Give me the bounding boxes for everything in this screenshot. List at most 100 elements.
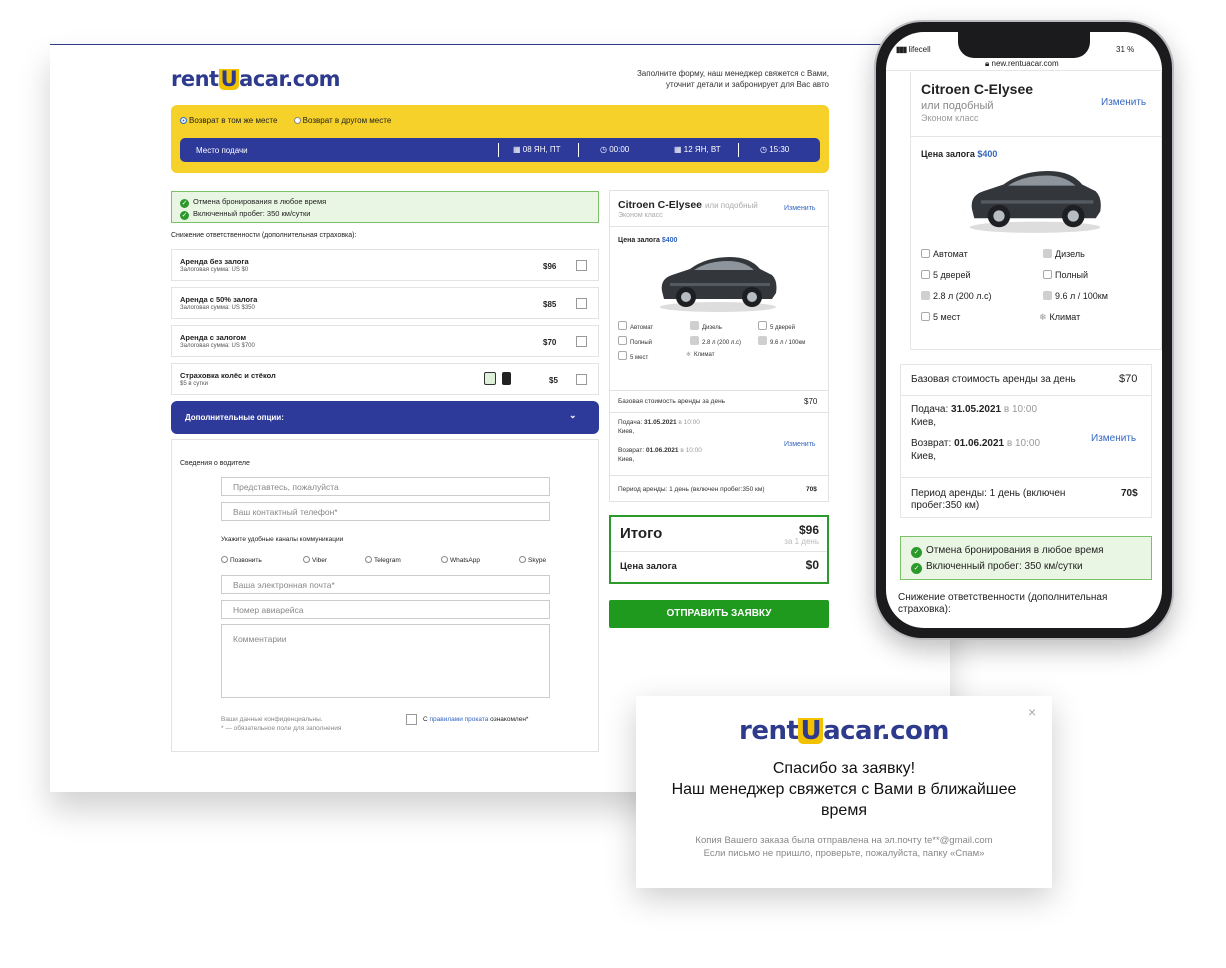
- popup-spam-note: Если письмо не пришло, проверьте, пожалу…: [703, 848, 985, 859]
- option-checkbox[interactable]: [576, 298, 587, 309]
- site-logo[interactable]: rentUacar.com: [171, 67, 341, 91]
- popup-logo: rentUacar.com: [739, 716, 949, 746]
- option-checkbox[interactable]: [576, 336, 587, 347]
- extra-options-accordion[interactable]: Дополнительные опции: ⌄: [171, 401, 599, 434]
- check-icon: ✓: [180, 211, 189, 220]
- submit-button[interactable]: ОТПРАВИТЬ ЗАЯВКУ: [609, 600, 829, 628]
- spec-seats: 5 мест: [921, 312, 960, 322]
- phone-input[interactable]: Ваш контактный телефон*: [221, 502, 550, 521]
- spec-consumption: 9.6 л / 100км: [1043, 291, 1108, 301]
- thanks-popup: × rentUacar.com Спасибо за заявку! Наш м…: [636, 696, 1052, 888]
- name-input[interactable]: Представтесь, пожалуйста: [221, 477, 550, 496]
- channels-title: Укажите удобные каналы коммуникации: [221, 536, 344, 543]
- time-from-field[interactable]: ◷ 00:00: [600, 145, 629, 154]
- return-info: Возврат: 01.06.2021 в 10:00 Киев,: [911, 438, 1041, 462]
- popup-thanks: Спасибо за заявку!: [772, 760, 916, 777]
- spec-consumption: 9.6 л / 100км: [758, 336, 805, 346]
- calendar-icon: ▦: [674, 145, 682, 154]
- channel-viber[interactable]: Viber: [303, 556, 327, 564]
- change-car-link[interactable]: Изменить: [784, 205, 816, 212]
- phone-screen: ▮▮▮ lifecell 31 % 🔒︎ new.rentuacar.com C…: [886, 32, 1162, 628]
- deposit-price: Цена залога $400: [921, 149, 998, 159]
- popup-copy-note: Копия Вашего заказа была отправлена на э…: [695, 835, 993, 846]
- browser-url[interactable]: 🔒︎ new.rentuacar.com: [985, 59, 1059, 69]
- rules-link[interactable]: правилами проката: [430, 716, 489, 723]
- radio-return-same[interactable]: Возврат в том же месте: [180, 116, 277, 125]
- seats-icon: [618, 351, 627, 360]
- rental-period: Период аренды: 1 день (включен пробег:350…: [911, 488, 1066, 511]
- driver-info-title: Сведения о водителе: [180, 460, 250, 467]
- change-car-link[interactable]: Изменить: [1101, 97, 1146, 108]
- chevron-down-icon: ⌄: [569, 410, 577, 420]
- spec-doors: 5 дверей: [921, 270, 970, 280]
- phone-benefits-box: ✓ Отмена бронирования в любое время ✓ Вклю…: [900, 536, 1152, 580]
- spec-fuel: Дизель: [1043, 249, 1085, 259]
- header-hint: уточнит детали и забронирует для Вас авт…: [666, 80, 829, 89]
- phone-car-card: Citroen C-Elysee или подобный Эконом кла…: [910, 72, 1162, 350]
- channel-whatsapp[interactable]: WhatsApp: [441, 556, 480, 564]
- flight-number-input[interactable]: Номер авиарейса: [221, 600, 550, 619]
- option-no-deposit[interactable]: Аренда без залога Залоговая сумма: US $0…: [171, 249, 599, 281]
- spec-engine: 2.8 л (200 л.с): [921, 291, 992, 301]
- pickup-place-input[interactable]: Место подачи: [196, 146, 248, 155]
- clock-icon: ◷: [600, 145, 607, 154]
- channel-skype[interactable]: Skype: [519, 556, 546, 564]
- phone-mockup: ▮▮▮ lifecell 31 % 🔒︎ new.rentuacar.com C…: [874, 20, 1174, 640]
- spec-doors: 5 дверей: [758, 321, 795, 331]
- channel-telegram[interactable]: Telegram: [365, 556, 401, 564]
- check-icon: ✓: [911, 563, 922, 574]
- car-card: Citroen C-Elysee или подобный Эконом кла…: [609, 190, 829, 405]
- option-wheels-glass[interactable]: Страховка колёс и стёкол $5 в сутки $5: [171, 363, 599, 395]
- popup-message: Наш менеджер свяжется с Вами в ближайшее: [671, 781, 1017, 798]
- date-from-field[interactable]: ▦ 08 ЯН, ПТ: [513, 145, 561, 154]
- option-full-deposit[interactable]: Аренда с залогом Залоговая сумма: US $70…: [171, 325, 599, 357]
- radio-return-other[interactable]: Возврат в другом месте: [293, 116, 391, 125]
- date-to-field[interactable]: ▦ 12 ЯН, ВТ: [674, 145, 721, 154]
- fuel-drop-icon: [690, 321, 699, 330]
- snowflake-icon: ❄: [1039, 312, 1047, 322]
- driver-form: Сведения о водителе Представтесь, пожалу…: [171, 439, 599, 752]
- check-icon: ✓: [180, 199, 189, 208]
- calendar-icon: ▦: [513, 145, 521, 154]
- pickup-info: Подача: 31.05.2021 в 10:00 Киев,: [618, 419, 700, 435]
- popup-message: время: [821, 802, 867, 819]
- phone-notch: [958, 32, 1090, 58]
- spec-fuel: Дизель: [690, 321, 722, 331]
- spec-seats: 5 мест: [618, 351, 648, 361]
- spec-climate: ❄ Климат: [686, 352, 715, 358]
- change-dates-link[interactable]: Изменить: [1091, 433, 1136, 444]
- spec-drive: Полный: [618, 336, 652, 346]
- glass-icon: [484, 372, 496, 385]
- search-block: Возврат в том же месте Возврат в другом …: [171, 105, 829, 173]
- seats-icon: [921, 312, 930, 321]
- engine-icon: [921, 291, 930, 300]
- gearbox-icon: [921, 249, 930, 258]
- clock-icon: ◷: [760, 145, 767, 154]
- email-input[interactable]: Ваша электронная почта*: [221, 575, 550, 594]
- phone-rental-summary: Базовая стоимость аренды за день $70 Под…: [900, 364, 1152, 518]
- spec-transmission: Автомат: [618, 321, 653, 331]
- fuel-pump-icon: [1043, 291, 1052, 300]
- car-class: Эконом класс: [618, 212, 663, 219]
- option-checkbox[interactable]: [576, 374, 587, 385]
- option-checkbox[interactable]: [576, 260, 587, 271]
- total-box: Итого $96 за 1 день Цена залога $0: [609, 515, 829, 584]
- car-image: [660, 257, 777, 312]
- gearbox-icon: [618, 321, 627, 330]
- option-half-deposit[interactable]: Аренда с 50% залога Залоговая сумма: US …: [171, 287, 599, 319]
- benefits-box: ✓ Отмена бронирования в любое время ✓ Вклю…: [171, 191, 599, 223]
- comment-textarea[interactable]: Комментарии: [221, 624, 550, 698]
- agree-checkbox[interactable]: [406, 714, 417, 725]
- time-to-field[interactable]: ◷ 15:30: [760, 145, 789, 154]
- door-icon: [921, 270, 930, 279]
- car-image: [969, 171, 1101, 233]
- snowflake-icon: ❄: [686, 352, 692, 358]
- search-bar: Место подачи ▦ 08 ЯН, ПТ ◷ 00:00 ▦ 12 ЯН…: [180, 138, 820, 162]
- channel-call[interactable]: Позвонить: [221, 556, 262, 564]
- desktop-page: rentUacar.com Заполните форму, наш менед…: [50, 44, 950, 792]
- spec-engine: 2.8 л (200 л.с): [690, 336, 741, 346]
- wheel-icon: [502, 372, 511, 385]
- fuel-pump-icon: [758, 336, 767, 345]
- change-dates-link[interactable]: Изменить: [784, 441, 816, 448]
- privacy-note: Ваши данные конфиденциальны.: [221, 716, 323, 723]
